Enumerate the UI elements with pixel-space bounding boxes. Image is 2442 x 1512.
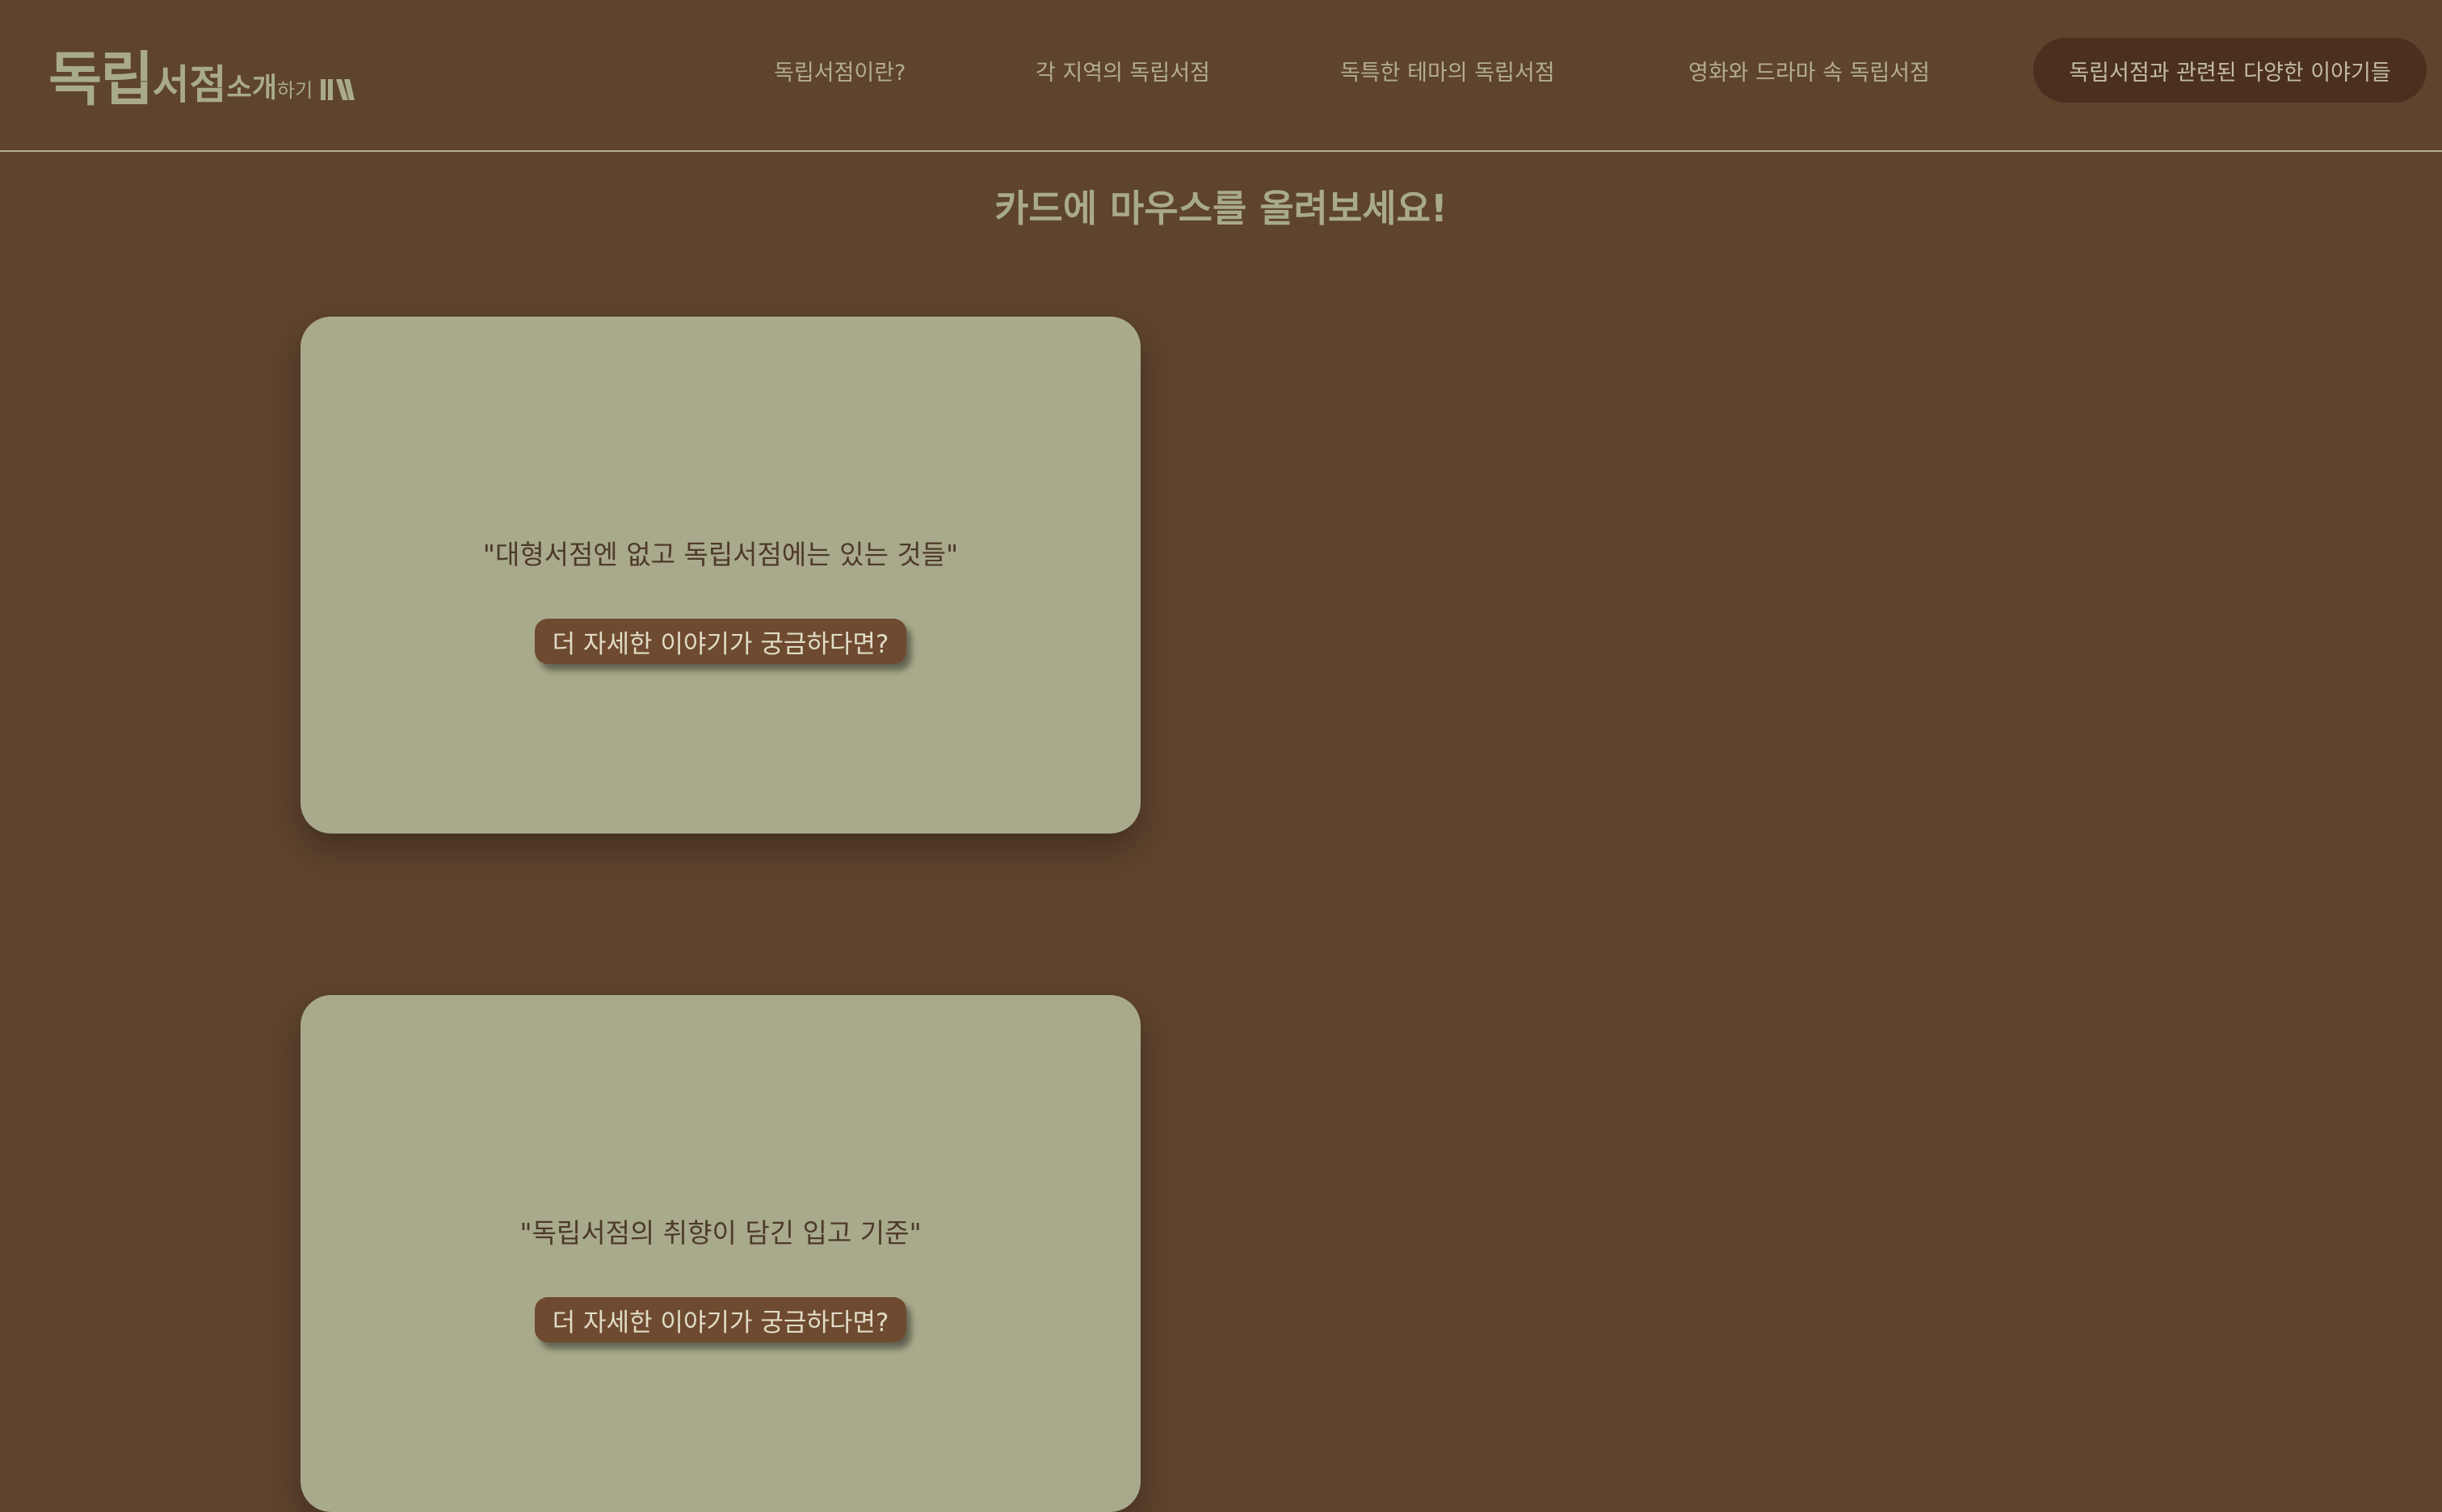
page-hint: 카드에 마우스를 올려보세요! — [994, 187, 1448, 230]
logo-text-4: 하기 — [277, 79, 313, 102]
nav-item-stories[interactable]: 독립서점과 관련된 다양한 이야기들 — [2033, 38, 2427, 103]
nav-item-themes[interactable]: 독특한 테마의 독립서점 — [1340, 0, 1555, 141]
nav-item-regions[interactable]: 각 지역의 독립서점 — [1036, 0, 1210, 141]
nav-item-media[interactable]: 영화와 드라마 속 독립서점 — [1688, 0, 1930, 141]
book-stack-icon — [321, 79, 355, 100]
logo-text-3: 소개 — [226, 72, 278, 104]
card-quote: "대형서점엔 없고 독립서점에는 있는 것들" — [482, 539, 959, 570]
story-card[interactable]: "독립서점의 취향이 담긴 입고 기준" 더 자세한 이야기가 궁금하다면? — [301, 995, 1141, 1512]
nav-item-about[interactable]: 독립서점이란? — [774, 0, 906, 141]
more-story-button[interactable]: 더 자세한 이야기가 궁금하다면? — [535, 1297, 906, 1342]
card-quote: "독립서점의 취향이 담긴 입고 기준" — [519, 1217, 922, 1249]
site-header: 독립 서점 소개 하기 독립서점이란? 각 지역의 독립서점 독특한 테마의 독… — [0, 0, 2442, 152]
logo-text-1: 독립 — [48, 45, 153, 113]
logo-text-2: 서점 — [152, 61, 227, 108]
more-story-button[interactable]: 더 자세한 이야기가 궁금하다면? — [535, 619, 906, 664]
site-logo[interactable]: 독립 서점 소개 하기 — [48, 36, 355, 108]
story-card[interactable]: "대형서점엔 없고 독립서점에는 있는 것들" 더 자세한 이야기가 궁금하다면… — [301, 317, 1141, 834]
